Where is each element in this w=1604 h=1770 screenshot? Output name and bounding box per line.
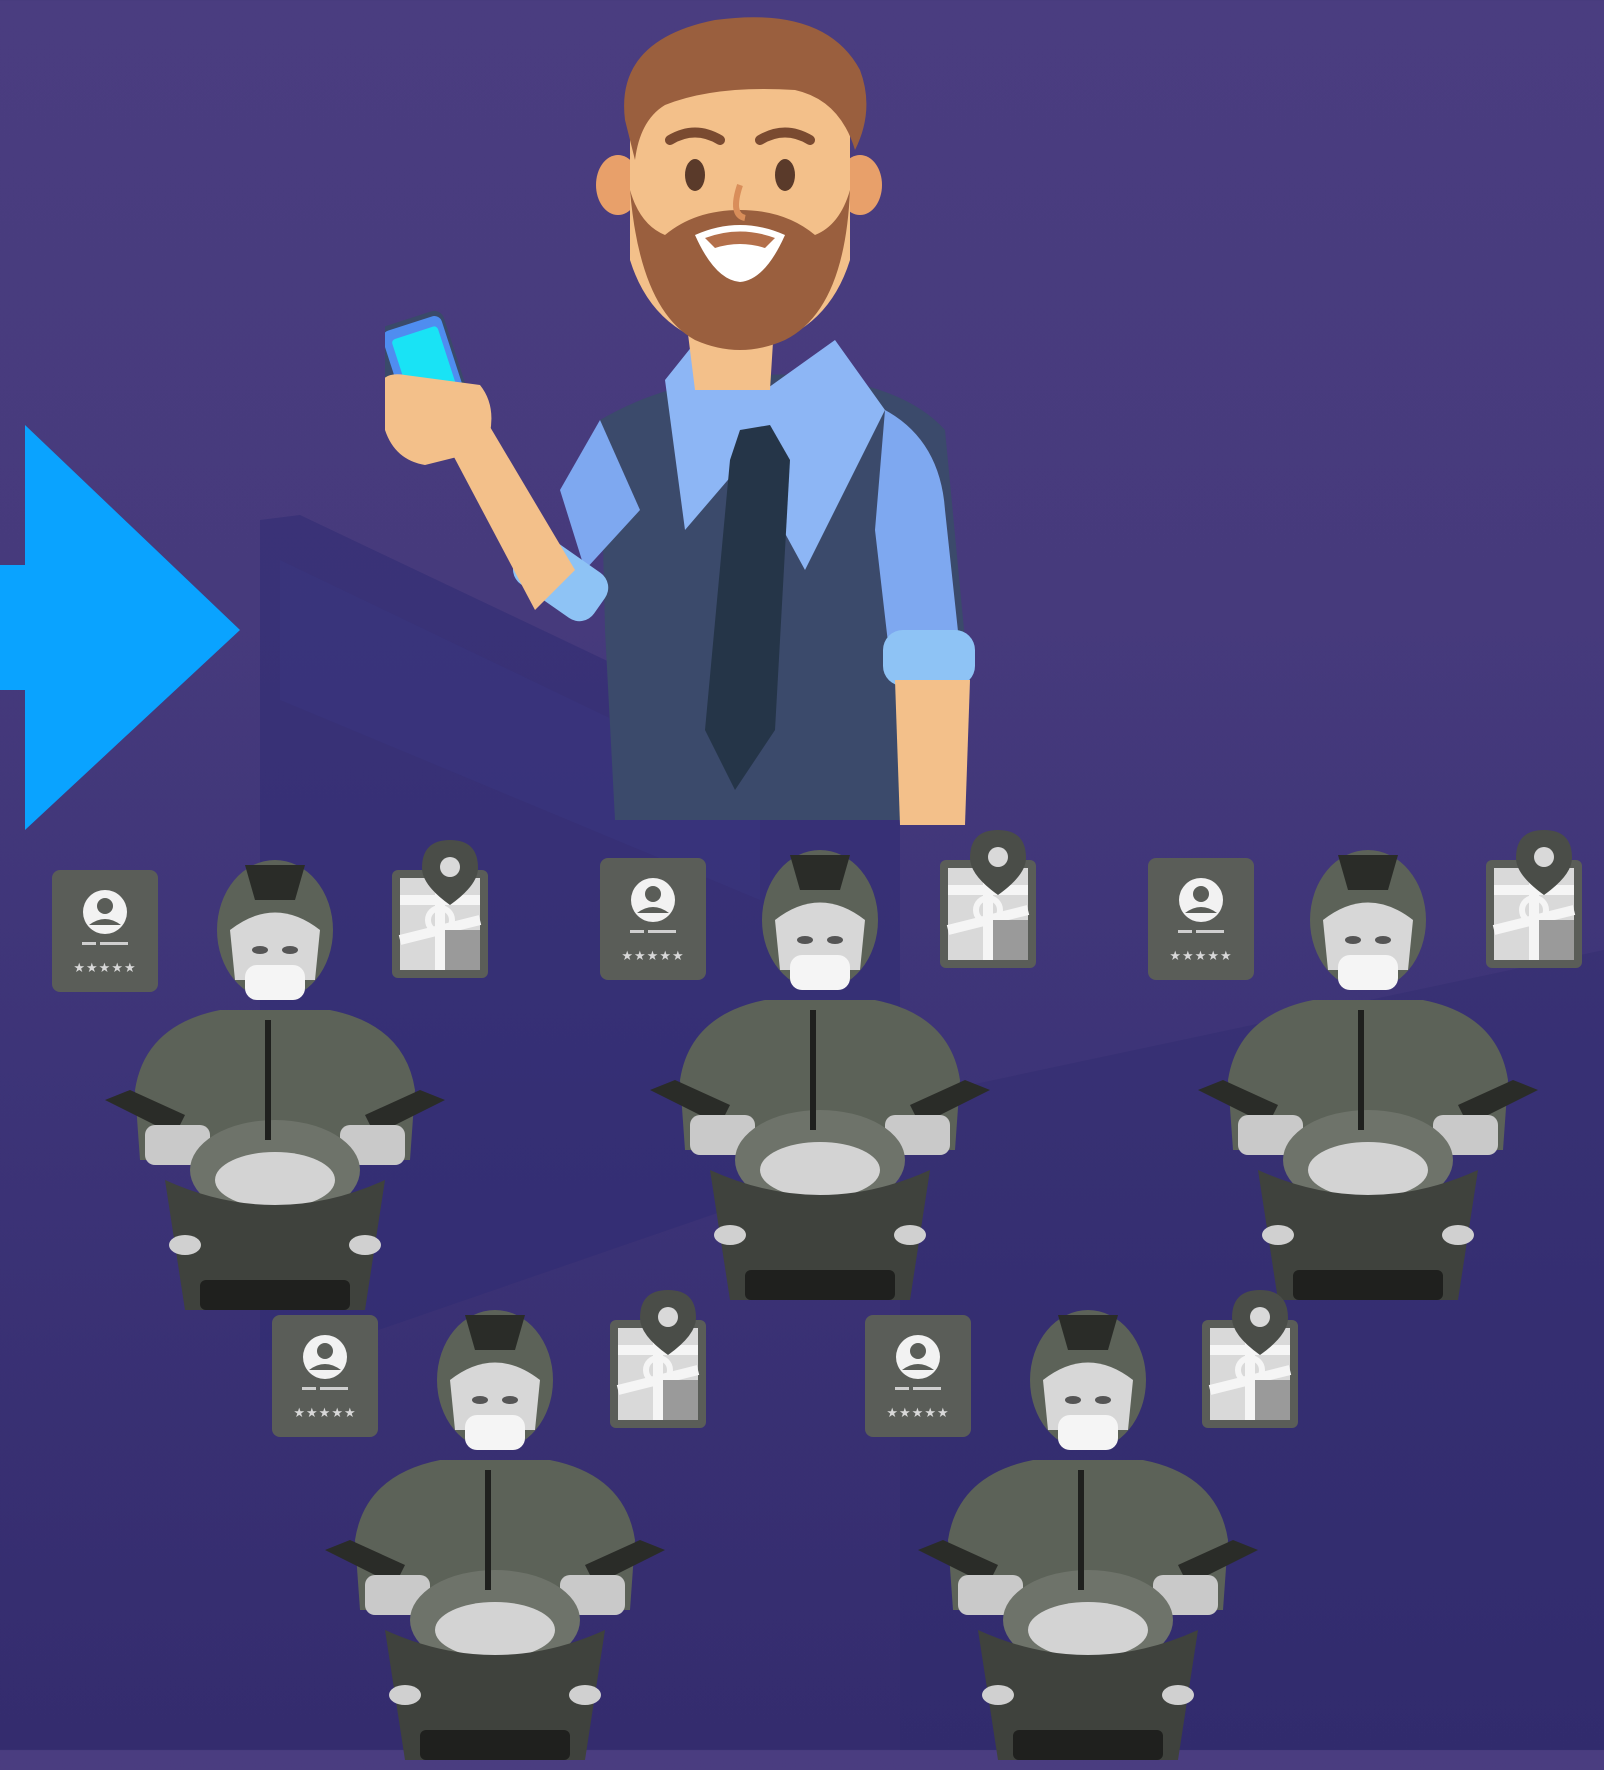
scooter-rider-illustration bbox=[105, 860, 445, 1320]
scooter-rider-illustration bbox=[1198, 850, 1538, 1310]
illustration-canvas: { "colors": { "background_top": "#4a3d80… bbox=[0, 0, 1604, 1760]
scooter-rider-illustration bbox=[650, 850, 990, 1310]
riders-group: ★★★★★ ★★★★★ ★★★★★ ★★★★★ ★★★★★ bbox=[0, 0, 1604, 1760]
scooter-rider-illustration bbox=[918, 1310, 1258, 1770]
scooter-rider-illustration bbox=[325, 1310, 665, 1770]
